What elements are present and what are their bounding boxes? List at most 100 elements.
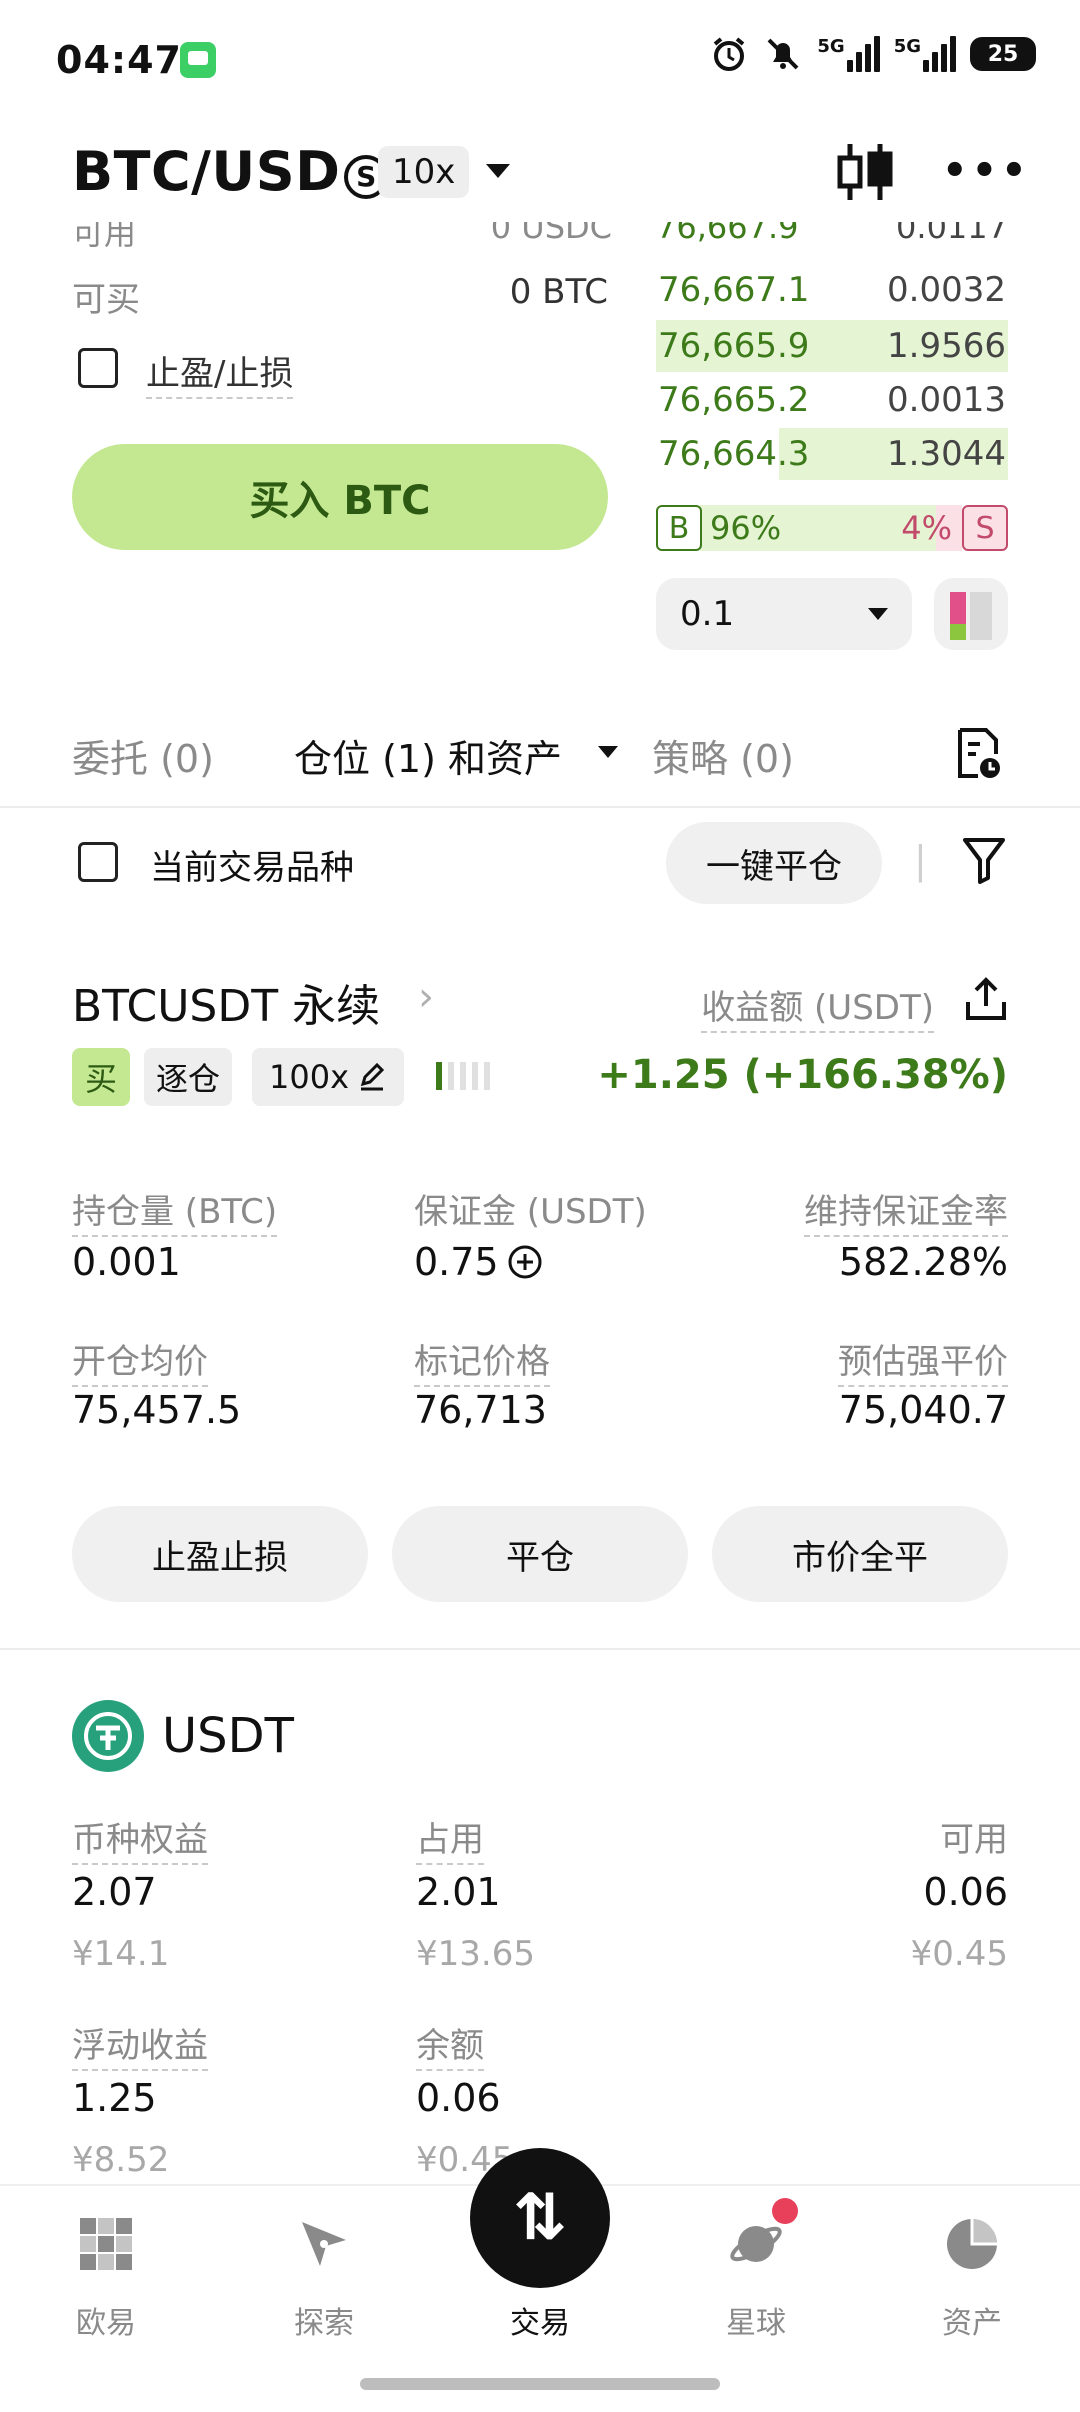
equity-label[interactable]: 币种权益 xyxy=(72,1812,208,1865)
buy-ratio-pct: 96% xyxy=(710,509,782,547)
pnl-value: +1.25 (+166.38%) xyxy=(597,1052,1008,1098)
margin-value: 0.75 xyxy=(414,1240,499,1284)
used-label[interactable]: 占用 xyxy=(416,1812,484,1865)
current-symbol-checkbox[interactable] xyxy=(78,842,118,882)
status-icons: 5G 5G 25 xyxy=(709,34,1036,74)
avail-label: 可用 xyxy=(940,1820,1008,1860)
depth-precision-value: 0.1 xyxy=(680,594,735,634)
pie-chart-icon xyxy=(944,2216,1000,2272)
more-options-icon[interactable]: ••• xyxy=(942,151,1031,191)
mark-price-label[interactable]: 标记价格 xyxy=(414,1334,550,1387)
bid-price: 76,665.9 xyxy=(658,326,810,366)
nav-trade[interactable]: 交易 xyxy=(460,2208,620,2342)
add-margin-icon[interactable] xyxy=(507,1244,543,1280)
candlestick-chart-icon[interactable] xyxy=(836,140,894,204)
tab-strategy[interactable]: 策略 (0) xyxy=(652,728,794,783)
edit-pencil-icon xyxy=(360,1062,385,1091)
buyable-value: 0 BTC xyxy=(509,272,608,312)
tp-sl-checkbox[interactable] xyxy=(78,348,118,388)
bid-qty: 0.0013 xyxy=(887,380,1006,420)
nav-assets-label: 资产 xyxy=(942,2306,1002,2341)
nav-explore-label: 探索 xyxy=(294,2306,354,2341)
balance-label[interactable]: 余额 xyxy=(416,2018,484,2071)
share-icon[interactable] xyxy=(964,976,1008,1022)
tab-positions-assets[interactable]: 仓位 (1) 和资产 xyxy=(294,728,562,783)
liq-price-label[interactable]: 预估强平价 xyxy=(838,1334,1008,1387)
available-value: 0 USDC xyxy=(490,222,612,246)
bid-price: 76,665.2 xyxy=(658,380,810,420)
pair-selector[interactable]: BTC/USD S xyxy=(72,140,389,203)
message-notification-icon xyxy=(180,42,216,78)
entry-price-label[interactable]: 开仓均价 xyxy=(72,1334,208,1387)
avail-value: 0.06 xyxy=(923,1870,1008,1914)
upl-label[interactable]: 浮动收益 xyxy=(72,2018,208,2071)
used-cny: ¥13.65 xyxy=(416,1934,535,1974)
mmr-label[interactable]: 维持保证金率 xyxy=(804,1184,1008,1237)
nav-assets[interactable]: 资产 xyxy=(892,2208,1052,2342)
close-all-button[interactable]: 一键平仓 xyxy=(666,822,882,904)
market-close-all-button[interactable]: 市价全平 xyxy=(712,1506,1008,1602)
tab-orders[interactable]: 委托 (0) xyxy=(72,728,214,783)
tab-positions-dropdown-icon[interactable] xyxy=(598,746,618,758)
orderbook-top-row: 76,667.9 0.0117 xyxy=(656,222,1008,246)
orderbook-bid-row[interactable]: 76,667.1 0.0032 xyxy=(656,264,1008,316)
buyable-label: 可买 xyxy=(72,280,140,320)
sell-ratio-pct: 4% xyxy=(901,509,952,547)
nav-okx-label: 欧易 xyxy=(76,2306,136,2341)
filter-icon[interactable] xyxy=(962,836,1006,884)
usdt-coin-icon xyxy=(72,1700,144,1772)
history-document-icon[interactable] xyxy=(954,726,1002,780)
close-position-button[interactable]: 平仓 xyxy=(392,1506,688,1602)
liq-price-value: 75,040.7 xyxy=(838,1388,1008,1432)
upl-cny: ¥8.52 xyxy=(72,2140,170,2180)
nav-explore[interactable]: 探索 xyxy=(244,2208,404,2342)
pair-dropdown-caret-icon[interactable] xyxy=(486,164,510,178)
nav-planet[interactable]: 星球 xyxy=(676,2198,836,2342)
current-symbol-label: 当前交易品种 xyxy=(150,848,354,888)
bid-qty: 1.9566 xyxy=(887,326,1006,366)
size-label[interactable]: 持仓量 (BTC) xyxy=(72,1184,278,1237)
orderbook-bid-row[interactable]: 76,664.3 1.3044 xyxy=(656,428,1008,480)
upl-value: 1.25 xyxy=(72,2076,157,2120)
chevron-right-icon[interactable]: › xyxy=(418,974,434,1020)
entry-price-value: 75,457.5 xyxy=(72,1388,242,1432)
orderbook-bid-row[interactable]: 76,665.9 1.9566 xyxy=(656,320,1008,372)
mmr-value: 582.28% xyxy=(838,1240,1008,1284)
equity-value: 2.07 xyxy=(72,1870,157,1914)
nav-planet-label: 星球 xyxy=(726,2306,786,2341)
alarm-icon xyxy=(714,37,745,71)
sell-ratio-badge: S xyxy=(962,505,1008,551)
position-leverage-chip[interactable]: 100x xyxy=(252,1048,404,1106)
margin-value-group: 0.75 xyxy=(414,1240,543,1284)
buy-ratio-badge: B xyxy=(656,505,702,551)
filter-separator: | xyxy=(914,838,927,882)
margin-mode-chip: 逐仓 xyxy=(144,1048,233,1106)
buy-sell-ratio-bar: B 96% 4% S xyxy=(656,502,1008,554)
okx-logo-icon xyxy=(78,2216,134,2272)
tabs-divider xyxy=(0,806,1080,808)
compass-icon xyxy=(296,2216,352,2272)
available-label: 可用 xyxy=(72,222,137,250)
depth-precision-select[interactable]: 0.1 xyxy=(656,578,912,650)
home-indicator[interactable] xyxy=(360,2378,720,2390)
bid-qty: 1.3044 xyxy=(887,434,1006,474)
used-value: 2.01 xyxy=(416,1870,501,1914)
tp-sl-button[interactable]: 止盈止损 xyxy=(72,1506,368,1602)
orderbook-layout-icon[interactable] xyxy=(934,578,1008,650)
equity-cny: ¥14.1 xyxy=(72,1934,170,1974)
signal-5g-icon-1: 5G xyxy=(817,36,880,72)
bid-price: 76,664.3 xyxy=(658,434,810,474)
orderbook-bid-row[interactable]: 76,665.2 0.0013 xyxy=(656,374,1008,426)
leverage-chip[interactable]: 10x xyxy=(378,146,470,198)
bid-price: 76,667.1 xyxy=(658,270,810,310)
risk-level-indicator xyxy=(436,1062,490,1090)
nav-trade-label: 交易 xyxy=(510,2306,570,2341)
position-title[interactable]: BTCUSDT 永续 xyxy=(72,970,380,1034)
tp-sl-label[interactable]: 止盈/止损 xyxy=(146,346,294,399)
battery-icon: 25 xyxy=(970,37,1036,71)
nav-okx[interactable]: 欧易 xyxy=(26,2208,186,2342)
signal-5g-icon-2: 5G xyxy=(894,36,956,72)
buy-btc-button[interactable]: 买入 BTC xyxy=(72,444,608,550)
mute-bell-icon xyxy=(767,38,799,70)
pnl-label[interactable]: 收益额 (USDT) xyxy=(701,980,934,1033)
